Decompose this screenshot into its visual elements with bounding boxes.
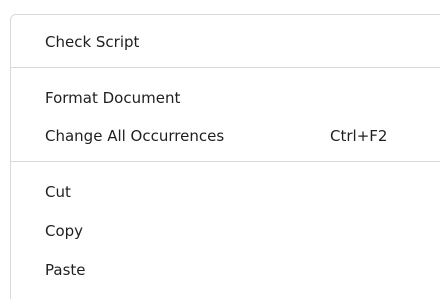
menu-item-change-all-occurrences[interactable]: Change All Occurrences [45, 124, 224, 148]
menu-item-shortcut: Ctrl+F2 [330, 127, 388, 145]
menu-item-format-document[interactable]: Format Document [45, 86, 180, 110]
menu-item-paste[interactable]: Paste [45, 258, 86, 282]
menu-item-copy[interactable]: Copy [45, 219, 83, 243]
menu-separator [11, 161, 440, 162]
context-menu [10, 14, 440, 299]
menu-item-check-script[interactable]: Check Script [45, 30, 139, 54]
menu-separator [11, 67, 440, 68]
menu-item-cut[interactable]: Cut [45, 180, 71, 204]
